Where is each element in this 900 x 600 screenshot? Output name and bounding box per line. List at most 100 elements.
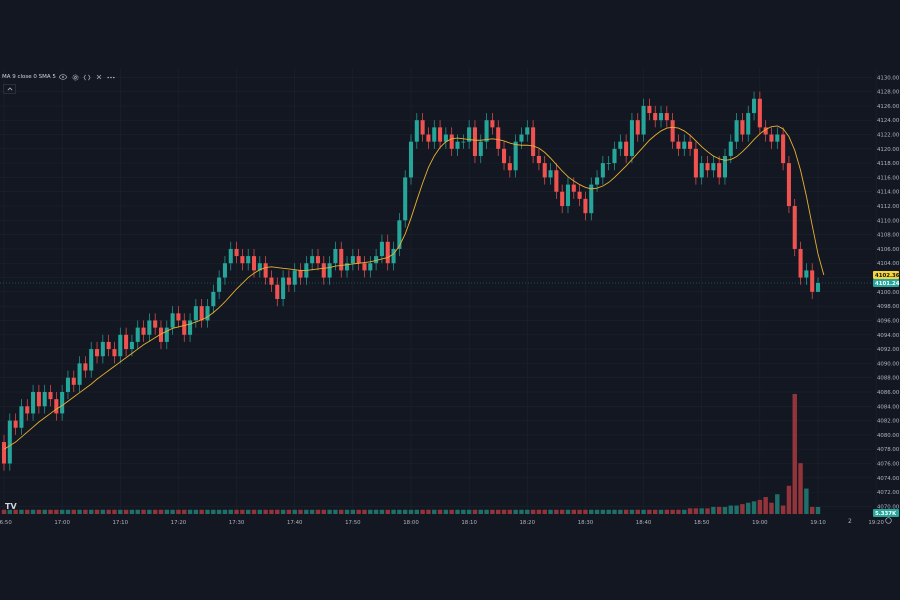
- candle-body: [519, 134, 524, 142]
- price-tick-label: 4122.00: [877, 133, 900, 139]
- volume-bar: [705, 508, 710, 514]
- candle-body: [536, 155, 541, 164]
- volume-bar: [815, 506, 821, 514]
- volume-bar: [699, 508, 704, 514]
- candle-body: [688, 141, 693, 149]
- time-tick-label: 17:20: [171, 520, 187, 526]
- settings-circle-icon[interactable]: [885, 517, 892, 526]
- candle-body: [112, 349, 117, 357]
- candle-body: [176, 313, 181, 321]
- candle-body: [124, 334, 129, 350]
- candle-body: [228, 248, 233, 264]
- candle-body: [501, 148, 507, 164]
- more-dots-icon[interactable]: [107, 73, 116, 82]
- close-icon[interactable]: [95, 73, 104, 82]
- volume-bar: [542, 509, 547, 514]
- candle-body: [60, 391, 65, 414]
- indicator-legend[interactable]: MA 9 close 0 SMA 5: [0, 71, 120, 83]
- volume-bar: [664, 509, 670, 514]
- candle-body: [13, 420, 18, 428]
- volume-bar: [71, 509, 76, 514]
- candle-body: [496, 127, 501, 149]
- volume-bar: [170, 509, 175, 514]
- candle-body: [135, 327, 140, 342]
- candle-body: [641, 105, 646, 135]
- candle-body: [507, 163, 512, 171]
- volume-bar: [199, 509, 204, 514]
- candle-body: [310, 256, 315, 264]
- volume-bar: [740, 504, 745, 514]
- volume-bar: [519, 509, 524, 514]
- candle-body: [269, 277, 274, 285]
- candle-body: [815, 282, 821, 292]
- timezone-label[interactable]: 2: [848, 518, 852, 525]
- volume-bar: [734, 505, 739, 514]
- candle-body: [560, 191, 565, 207]
- candle-body: [164, 327, 169, 342]
- candle-body: [705, 163, 710, 171]
- candle-body: [513, 141, 518, 171]
- candle-body: [600, 163, 605, 178]
- volume-bar: [571, 509, 577, 514]
- candle-body: [542, 163, 547, 178]
- time-tick-label: 18:30: [578, 520, 594, 526]
- candle-body: [275, 284, 280, 300]
- candle-body: [624, 141, 629, 156]
- last-price-badge-text: 4101.24: [875, 281, 900, 287]
- price-chart[interactable]: 4070.004072.004074.004076.004078.004080.…: [0, 0, 900, 600]
- volume-bar: [606, 509, 611, 514]
- candle-body: [472, 127, 477, 156]
- candle-body: [385, 241, 390, 264]
- candle-body: [199, 306, 204, 321]
- volume-bar: [466, 509, 472, 514]
- volume-bar: [304, 509, 309, 514]
- volume-bar: [751, 501, 757, 514]
- candle-body: [455, 141, 460, 149]
- price-tick-label: 4088.00: [877, 376, 900, 382]
- volume-bar: [315, 509, 321, 514]
- candle-body: [89, 349, 94, 371]
- candle-body: [711, 163, 716, 171]
- candle-body: [391, 248, 396, 264]
- code-braces-icon[interactable]: [83, 73, 92, 82]
- candle-body: [670, 120, 675, 142]
- volume-bar: [368, 509, 373, 514]
- volume-bar: [379, 509, 385, 514]
- candle-body: [525, 127, 530, 135]
- volume-bar: [158, 509, 164, 514]
- time-tick-label: 16:50: [0, 520, 12, 526]
- candle-body: [653, 113, 658, 121]
- candle-body: [65, 377, 70, 392]
- volume-bar: [525, 509, 530, 514]
- volume-bar: [309, 509, 315, 514]
- volume-bar: [251, 509, 257, 514]
- volume-bar: [775, 494, 780, 514]
- price-tick-label: 4098.00: [877, 304, 900, 310]
- volume-bar: [54, 509, 59, 514]
- volume-bar: [292, 509, 297, 514]
- candle-body: [769, 134, 774, 142]
- candle-body: [531, 127, 536, 156]
- price-tick-label: 4112.00: [877, 204, 900, 210]
- candle-body: [25, 406, 30, 414]
- time-tick-label: 18:50: [694, 520, 710, 526]
- volume-bar: [461, 509, 466, 514]
- volume-bar: [490, 509, 495, 514]
- gear-icon[interactable]: [71, 73, 80, 82]
- volume-bar: [554, 509, 559, 514]
- price-tick-label: 4078.00: [877, 447, 900, 453]
- volume-bar: [356, 509, 361, 514]
- eye-icon[interactable]: [59, 73, 68, 82]
- volume-bar: [443, 509, 449, 514]
- tradingview-logo[interactable]: TV: [5, 502, 17, 511]
- volume-bar: [65, 509, 71, 514]
- time-tick-label: 17:30: [229, 520, 245, 526]
- volume-bar: [746, 502, 751, 514]
- volume-bar: [77, 509, 82, 514]
- volume-bar: [548, 509, 553, 514]
- candle-body: [757, 98, 762, 128]
- candle-body: [19, 406, 24, 428]
- volume-bar: [327, 509, 332, 514]
- volume-bar: [577, 509, 582, 514]
- chevron-up-icon[interactable]: [3, 84, 16, 94]
